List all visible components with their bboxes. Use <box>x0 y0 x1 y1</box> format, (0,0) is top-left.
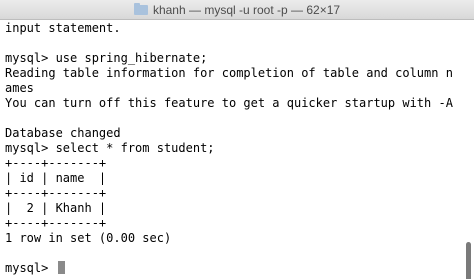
terminal-line: mysql> use spring_hibernate; <box>5 51 208 65</box>
mysql-prompt: mysql> <box>5 261 56 275</box>
terminal-line: | 2 | Khanh | <box>5 201 107 215</box>
terminal-line: +----+-------+ <box>5 186 107 200</box>
terminal-line: | id | name | <box>5 171 107 185</box>
title-bar[interactable]: khanh — mysql -u root -p — 62×17 <box>0 0 474 20</box>
window-title-group: khanh — mysql -u root -p — 62×17 <box>0 0 474 20</box>
terminal-line: Database changed <box>5 126 121 140</box>
terminal-window: khanh — mysql -u root -p — 62×17 input s… <box>0 0 474 279</box>
prompt-line[interactable]: mysql> <box>5 261 465 276</box>
terminal-line: ames <box>5 81 34 95</box>
terminal-line: +----+-------+ <box>5 156 107 170</box>
terminal-lines: input statement. mysql> use spring_hiber… <box>5 21 465 276</box>
window-title: khanh — mysql -u root -p — 62×17 <box>152 3 341 17</box>
terminal-line: +----+-------+ <box>5 216 107 230</box>
terminal-output[interactable]: input statement. mysql> use spring_hiber… <box>0 20 474 279</box>
terminal-line: 1 row in set (0.00 sec) <box>5 231 172 245</box>
terminal-line: You can turn off this feature to get a q… <box>5 96 453 110</box>
terminal-line: input statement. <box>5 21 121 35</box>
folder-icon <box>133 3 148 15</box>
text-cursor <box>57 261 65 274</box>
terminal-line: mysql> select * from student; <box>5 141 215 155</box>
vertical-scrollbar[interactable] <box>466 242 471 279</box>
terminal-line: Reading table information for completion… <box>5 66 453 80</box>
